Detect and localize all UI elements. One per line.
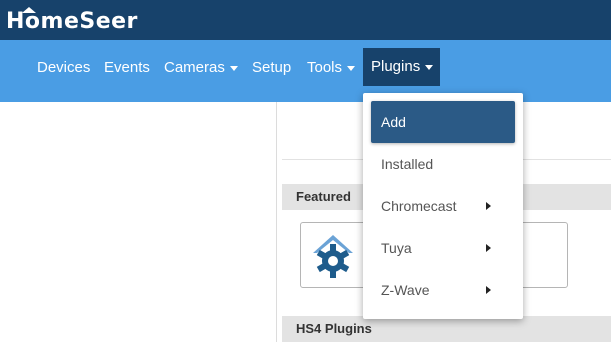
nav-tools-label: Tools (307, 59, 343, 76)
caret-right-icon (486, 286, 491, 294)
menu-item-installed-label: Installed (381, 156, 434, 172)
menu-item-add-label: Add (381, 114, 406, 130)
homeseer-plugin-logo-icon (313, 235, 353, 278)
nav-plugins-label: Plugins (371, 58, 421, 75)
menu-item-tuya[interactable]: Tuya (371, 227, 515, 269)
nav-setup[interactable]: Setup (252, 40, 291, 102)
nav-devices-label: Devices (37, 59, 91, 76)
menu-item-installed[interactable]: Installed (371, 143, 515, 185)
nav-devices[interactable]: Devices (37, 40, 90, 102)
homeseer-logo[interactable]: HomeSeer (6, 9, 138, 34)
nav-setup-label: Setup (252, 59, 292, 76)
caret-right-icon (486, 202, 491, 210)
caret-down-icon (347, 65, 356, 71)
menu-item-add[interactable]: Add (371, 101, 515, 143)
menu-item-tuya-label: Tuya (381, 240, 412, 256)
nav-cameras-label: Cameras (164, 59, 225, 76)
nav-events[interactable]: Events (104, 40, 150, 102)
caret-down-icon (229, 65, 238, 71)
menu-item-chromecast[interactable]: Chromecast (371, 185, 515, 227)
nav-events-label: Events (104, 59, 150, 76)
caret-right-icon (486, 244, 491, 252)
top-bar: HomeSeer (0, 0, 611, 40)
nav-plugins[interactable]: Plugins (363, 48, 440, 86)
nav-tools[interactable]: Tools (307, 40, 356, 102)
nav-cameras[interactable]: Cameras (164, 40, 238, 102)
caret-down-icon (425, 64, 434, 70)
plugins-dropdown-menu: Add Installed Chromecast Tuya Z-Wave (363, 93, 523, 319)
menu-item-z-wave[interactable]: Z-Wave (371, 269, 515, 311)
menu-item-z-wave-label: Z-Wave (381, 282, 430, 298)
hs4-plugins-header: HS4 Plugins (282, 316, 611, 342)
left-panel (0, 102, 277, 342)
menu-item-chromecast-label: Chromecast (381, 198, 457, 214)
